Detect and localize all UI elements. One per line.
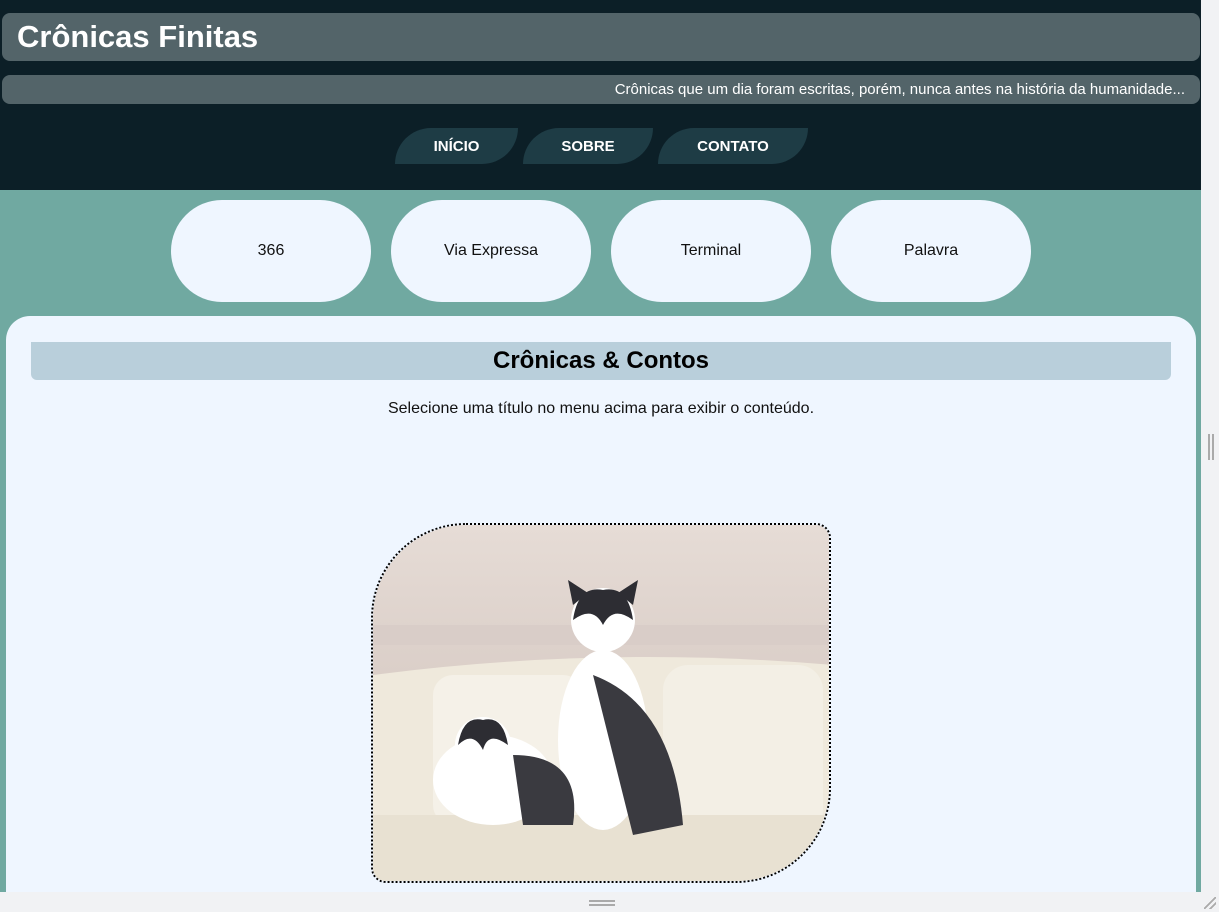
story-366[interactable]: 366 [171, 200, 371, 302]
main-nav: INÍCIO SOBRE CONTATO [395, 128, 808, 164]
horizontal-resize-handle[interactable] [589, 900, 615, 906]
vertical-resize-handle[interactable] [1208, 434, 1214, 460]
site-title: Crônicas Finitas [2, 13, 1200, 61]
story-via-expressa[interactable]: Via Expressa [391, 200, 591, 302]
content-title: Crônicas & Contos [31, 342, 1171, 380]
nav-inicio[interactable]: INÍCIO [395, 128, 518, 164]
site-subtitle: Crônicas que um dia foram escritas, poré… [2, 75, 1200, 104]
story-terminal[interactable]: Terminal [611, 200, 811, 302]
story-menu: 366 Via Expressa Terminal Palavra [171, 200, 1031, 302]
page: Crônicas Finitas Crônicas que um dia for… [0, 0, 1201, 892]
site-header: Crônicas Finitas Crônicas que um dia for… [0, 0, 1201, 190]
cats-image [371, 523, 831, 883]
content-panel: Crônicas & Contos Selecione uma título n… [6, 316, 1196, 892]
story-palavra[interactable]: Palavra [831, 200, 1031, 302]
resize-grip-icon[interactable] [1204, 897, 1216, 909]
nav-contato[interactable]: CONTATO [658, 128, 808, 164]
nav-sobre[interactable]: SOBRE [523, 128, 653, 164]
content-message: Selecione uma título no menu acima para … [387, 400, 815, 417]
